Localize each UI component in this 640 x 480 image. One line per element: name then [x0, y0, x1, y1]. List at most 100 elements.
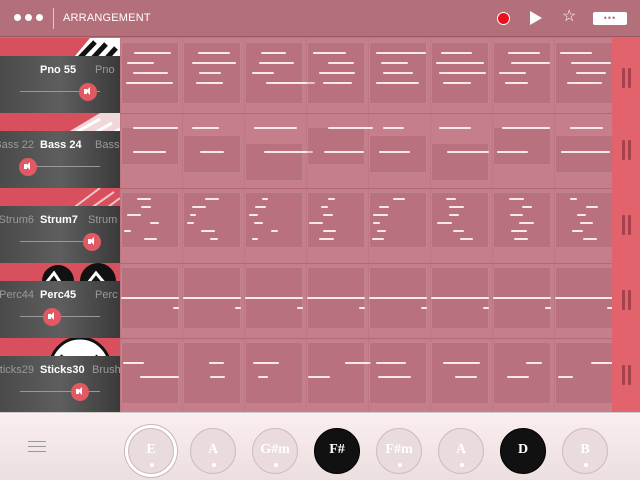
- midi-note: [248, 214, 259, 216]
- midi-note: [454, 376, 477, 378]
- next-preset-label[interactable]: Pno: [95, 64, 115, 76]
- midi-note: [566, 82, 602, 84]
- track-list: Pno 55PnoBass 22Bass 24BassStrum6Strum7S…: [0, 38, 120, 412]
- next-preset-label[interactable]: Strum: [88, 214, 117, 226]
- midi-note: [559, 52, 593, 54]
- next-preset-label[interactable]: Perc: [95, 289, 118, 301]
- track-header[interactable]: Pno 55 Pno: [0, 38, 120, 113]
- chord-indicator-dot: [460, 463, 464, 467]
- previous-preset-label[interactable]: Sticks29: [0, 364, 34, 376]
- midi-note: [510, 62, 551, 64]
- play-button[interactable]: [530, 11, 542, 25]
- chord-indicator-dot: [584, 463, 588, 467]
- pattern-clip[interactable]: [369, 342, 427, 404]
- midi-note: [376, 52, 426, 54]
- midi-note: [483, 307, 489, 309]
- previous-preset-label[interactable]: Bass 22: [0, 139, 34, 151]
- chord-button[interactable]: F#m: [376, 428, 422, 474]
- chord-label: A: [455, 442, 467, 457]
- chord-button[interactable]: B: [562, 428, 608, 474]
- track-separator: [120, 113, 612, 114]
- next-preset-label[interactable]: Brush: [92, 364, 120, 376]
- midi-note: [545, 307, 551, 309]
- midi-note: [379, 206, 389, 208]
- midi-note: [560, 151, 611, 153]
- volume-icon[interactable]: [19, 158, 37, 176]
- track-resize-handle-icon[interactable]: [619, 68, 633, 88]
- star-icon[interactable]: ☆: [562, 8, 576, 26]
- midi-note: [307, 297, 365, 299]
- pattern-clip[interactable]: [121, 342, 179, 404]
- chord-button[interactable]: E: [128, 428, 174, 474]
- arrangement-grid[interactable]: [120, 38, 612, 412]
- more-button[interactable]: •••: [593, 12, 627, 25]
- pattern-clip[interactable]: [431, 143, 489, 181]
- previous-preset-label[interactable]: Strum6: [0, 214, 34, 226]
- pattern-clip[interactable]: [183, 135, 241, 173]
- pattern-clip[interactable]: [555, 342, 612, 404]
- pattern-clip[interactable]: [245, 342, 303, 404]
- midi-note: [436, 62, 485, 64]
- pattern-clip[interactable]: [431, 342, 489, 404]
- pattern-clip[interactable]: [307, 192, 365, 248]
- chord-indicator-dot: [150, 463, 154, 467]
- chord-button[interactable]: F#: [314, 428, 360, 474]
- volume-icon[interactable]: [83, 233, 101, 251]
- track-header[interactable]: Sticks29 Sticks30 Brush: [0, 338, 120, 412]
- next-preset-label[interactable]: Bass: [95, 139, 119, 151]
- midi-note: [210, 238, 218, 240]
- track-header[interactable]: Strum6 Strum7 Strum: [0, 188, 120, 263]
- midi-note: [371, 238, 384, 240]
- app-menu-icon[interactable]: [14, 14, 43, 21]
- current-preset-label[interactable]: Bass 24: [40, 139, 82, 151]
- record-button[interactable]: [497, 12, 510, 25]
- midi-note: [509, 214, 523, 216]
- volume-icon[interactable]: [43, 308, 61, 326]
- track-resize-handle-icon[interactable]: [619, 365, 633, 385]
- pattern-clip[interactable]: [493, 127, 551, 165]
- track-header[interactable]: Perc44 Perc45 Perc: [0, 263, 120, 338]
- midi-note: [452, 230, 464, 232]
- pattern-clip[interactable]: [183, 342, 241, 404]
- midi-note: [369, 297, 427, 299]
- volume-icon[interactable]: [71, 383, 89, 401]
- pattern-clip[interactable]: [493, 342, 551, 404]
- track-header[interactable]: Bass 22 Bass 24 Bass: [0, 113, 120, 188]
- midi-note: [375, 82, 419, 84]
- pattern-clip[interactable]: [307, 342, 365, 404]
- current-preset-label[interactable]: Perc45: [40, 289, 76, 301]
- pattern-clip[interactable]: [369, 135, 427, 173]
- current-preset-label[interactable]: Sticks30: [40, 364, 85, 376]
- midi-note: [133, 52, 171, 54]
- chord-label: E: [146, 442, 156, 457]
- chord-button[interactable]: A: [438, 428, 484, 474]
- current-preset-label[interactable]: Pno 55: [40, 64, 76, 76]
- track-resize-handle-icon[interactable]: [619, 215, 633, 235]
- midi-note: [586, 206, 598, 208]
- pattern-clip[interactable]: [555, 135, 612, 173]
- midi-note: [191, 127, 219, 129]
- midi-note: [431, 297, 489, 299]
- chord-button[interactable]: G#m: [252, 428, 298, 474]
- right-scroll-bar[interactable]: [612, 38, 640, 412]
- pattern-clip[interactable]: [121, 127, 179, 165]
- menu-icon[interactable]: [28, 441, 46, 456]
- midi-note: [255, 206, 267, 208]
- current-preset-label[interactable]: Strum7: [40, 214, 78, 226]
- midi-note: [318, 72, 356, 74]
- midi-note: [190, 214, 197, 216]
- chord-button[interactable]: A: [190, 428, 236, 474]
- midi-note: [324, 151, 364, 153]
- track-resize-handle-icon[interactable]: [619, 140, 633, 160]
- pattern-clip[interactable]: [307, 127, 365, 165]
- midi-note: [126, 82, 173, 84]
- track-separator: [120, 338, 612, 339]
- previous-preset-label[interactable]: Perc44: [0, 289, 34, 301]
- chord-indicator-dot: [274, 463, 278, 467]
- pattern-clip[interactable]: [245, 143, 303, 181]
- volume-icon[interactable]: [79, 83, 97, 101]
- midi-note: [518, 222, 534, 224]
- midi-note: [421, 307, 427, 309]
- track-resize-handle-icon[interactable]: [619, 290, 633, 310]
- chord-button[interactable]: D: [500, 428, 546, 474]
